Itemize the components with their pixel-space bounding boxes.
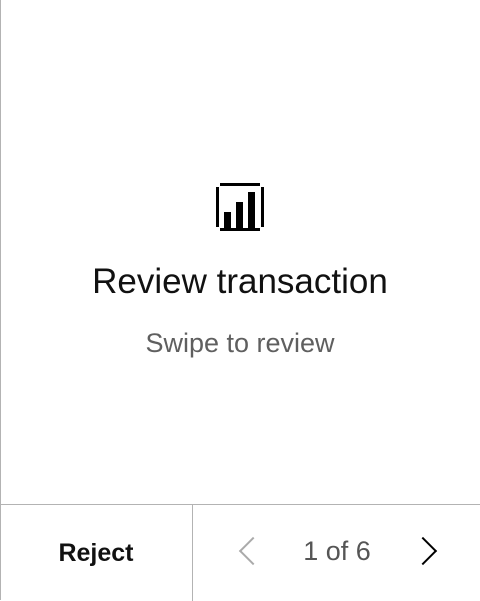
page-title: Review transaction [92,262,388,301]
subtitle: Swipe to review [145,328,335,358]
page-indicator: 1 of 6 [303,536,371,566]
footer-bar: Reject 1 of 6 [0,504,480,601]
reject-button[interactable]: Reject [0,505,193,601]
pager: 1 of 6 [193,505,480,601]
bar-chart-icon [216,183,264,231]
